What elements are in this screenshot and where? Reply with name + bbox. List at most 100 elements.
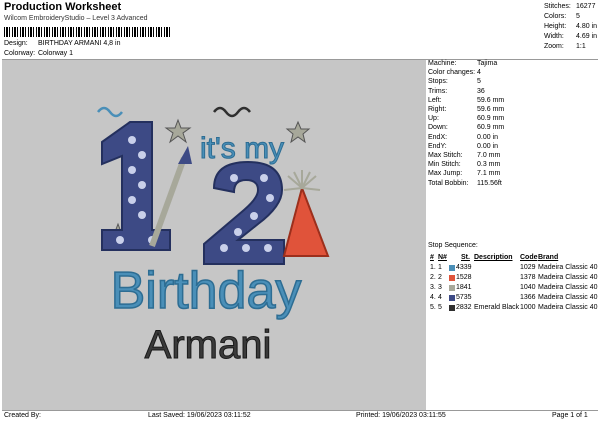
seq-code: 1029 — [520, 264, 536, 271]
thread-color-swatch — [449, 275, 455, 281]
machine-row-label: Machine: — [428, 60, 457, 67]
col-header-description: Description — [474, 254, 513, 261]
design-label: Design: — [4, 40, 28, 47]
software-name: Wilcom EmbroideryStudio – Level 3 Advanc… — [4, 15, 148, 22]
seq-num: 3. — [430, 284, 436, 291]
width-value: 4.69 in — [576, 33, 598, 40]
machine-row-label: Min Stitch: — [428, 161, 461, 169]
stop-sequence-title: Stop Sequence: — [428, 242, 478, 249]
page-number: Page 1 of 1 — [552, 412, 588, 419]
machine-row-label: Max Jump: — [428, 170, 463, 178]
machine-row-label: Max Stitch: — [428, 152, 463, 159]
printed-date: Printed: 19/06/2023 03:11:55 — [356, 412, 446, 419]
colorway-label: Colorway: — [4, 50, 36, 57]
seq-brand: Madeira Classic 40 — [538, 284, 598, 291]
machine-row-label: Total Bobbin: — [428, 179, 469, 187]
zoom-label: Zoom: — [544, 43, 564, 50]
machine-row-value: 0.00 in — [477, 133, 499, 141]
machine-row-label: Trims: — [428, 87, 448, 95]
machine-row-label: Right: — [428, 106, 447, 113]
thread-color-swatch — [449, 305, 455, 311]
party-hat-icon — [282, 184, 330, 257]
seq-code: 1366 — [520, 294, 536, 301]
machine-row-value: 60.9 mm — [477, 115, 505, 123]
seq-num: 2. — [430, 274, 436, 281]
last-saved: Last Saved: 19/06/2023 03:11:52 — [148, 412, 251, 419]
seq-n: 1 — [438, 264, 442, 271]
seq-code: 1378 — [520, 274, 536, 281]
machine-info-panel: Machine: Tajima Color changes: 4 Stops: 5 Trim… — [428, 60, 598, 410]
seq-brand: Madeira Classic 40 — [538, 274, 598, 281]
col-header-num: # — [430, 254, 434, 261]
machine-row-value: 59.6 mm — [477, 96, 505, 104]
col-header-n: N# — [438, 254, 447, 261]
machine-row-label: EndY: — [428, 142, 447, 150]
design-name: BIRTHDAY ARMANI 4,8 in — [38, 40, 121, 47]
seq-num: 4. — [430, 294, 436, 301]
machine-row-value: 0.3 mm — [477, 161, 501, 169]
seq-brand: Madeira Classic 40 — [538, 304, 598, 311]
machine-row-value: 5 — [477, 78, 481, 86]
design-preview: it's my Birthday Armani — [2, 60, 426, 410]
seq-num: 5. — [430, 304, 436, 311]
machine-row-value: 7.0 mm — [477, 152, 501, 159]
thread-color-swatch — [449, 265, 455, 271]
seq-code: 1000 — [520, 304, 536, 311]
seq-n: 3 — [438, 284, 442, 291]
stitches-label: Stitches: — [544, 3, 571, 10]
machine-row-value: 4 — [477, 69, 481, 77]
machine-row-value: 59.6 mm — [477, 106, 505, 113]
seq-num: 1. — [430, 264, 436, 271]
machine-row-value: Tajima — [477, 60, 498, 67]
thread-color-swatch — [449, 285, 455, 291]
seq-code: 1040 — [520, 284, 536, 291]
seq-stitches: 2832 — [456, 304, 472, 311]
machine-row-value: 36 — [477, 87, 485, 95]
star-icon — [285, 120, 311, 144]
seq-description: Emerald Black — [474, 304, 520, 311]
seq-n: 2 — [438, 274, 442, 281]
squiggle-right — [213, 106, 251, 118]
machine-row-value: 0.00 in — [477, 142, 499, 150]
worksheet-title: Production Worksheet — [4, 1, 122, 13]
seq-n: 5 — [438, 304, 442, 311]
width-label: Width: — [544, 33, 564, 40]
name-text: Armani — [145, 323, 272, 367]
seq-stitches: 1841 — [456, 284, 472, 291]
machine-row-label: Left: — [428, 96, 442, 104]
created-by: Created By: — [4, 412, 41, 419]
colors-label: Colors: — [544, 13, 567, 20]
machine-row-label: Up: — [428, 115, 439, 123]
seq-n: 4 — [438, 294, 442, 301]
machine-row-label: Down: — [428, 124, 448, 132]
embroidery-artwork: it's my Birthday Armani — [97, 106, 330, 368]
stitches-value: 16277 — [576, 3, 596, 10]
height-label: Height: — [544, 23, 567, 30]
barcode — [4, 27, 170, 37]
machine-row-value: 7.1 mm — [477, 170, 501, 178]
seq-brand: Madeira Classic 40 — [538, 294, 598, 301]
machine-row-label: Stops: — [428, 78, 448, 86]
arrow-head-icon — [178, 146, 192, 164]
colors-value: 5 — [576, 13, 580, 20]
party-hat-pompom — [283, 170, 321, 191]
col-header-st: St. — [461, 254, 470, 261]
birthday-text: Birthday — [111, 262, 302, 320]
machine-row-value: 60.9 mm — [477, 124, 505, 132]
machine-row-value: 115.56ft — [477, 179, 502, 187]
col-header-brand: Brand — [538, 254, 559, 261]
seq-stitches: 1528 — [456, 274, 472, 281]
zoom-value: 1:1 — [576, 43, 586, 50]
seq-brand: Madeira Classic 40 — [538, 264, 598, 271]
squiggle-left — [97, 106, 123, 118]
col-header-code: Code — [520, 254, 538, 261]
footer-divider — [2, 410, 598, 411]
height-value: 4.80 in — [576, 23, 598, 30]
seq-stitches: 4339 — [456, 264, 472, 271]
its-my-text: it's my — [200, 132, 284, 165]
machine-row-label: Color changes: — [428, 69, 476, 77]
thread-color-swatch — [449, 295, 455, 301]
seq-stitches: 5735 — [456, 294, 472, 301]
machine-row-label: EndX: — [428, 133, 448, 141]
star-icon — [164, 118, 192, 144]
